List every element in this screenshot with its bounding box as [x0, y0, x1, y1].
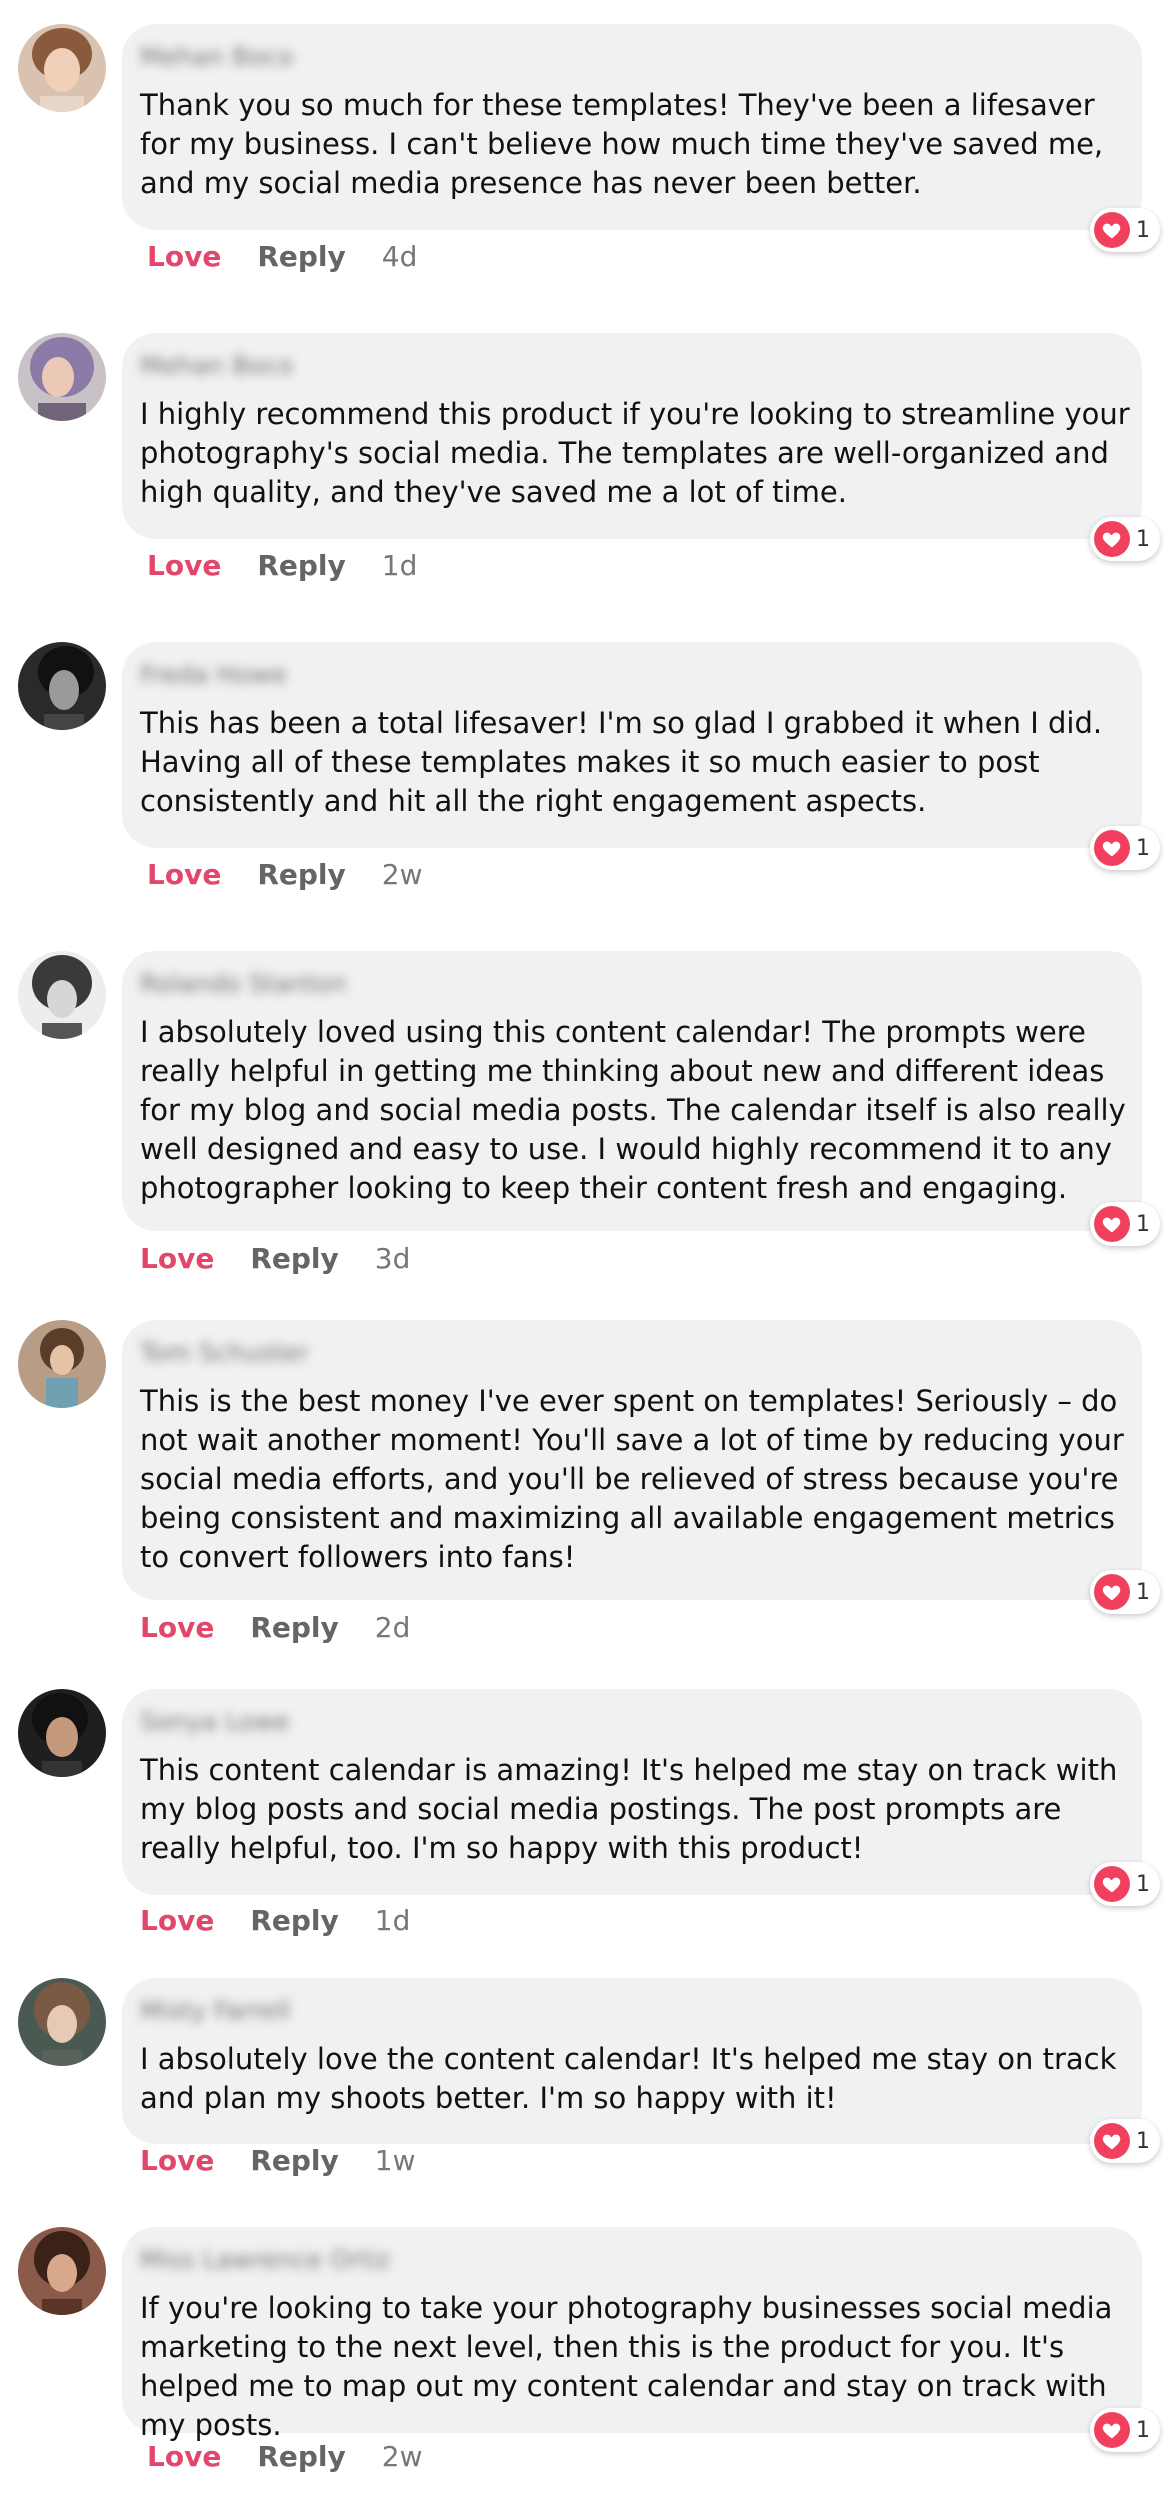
reaction-badge[interactable]: 1 [1090, 517, 1160, 561]
reaction-badge[interactable]: 1 [1090, 826, 1160, 870]
reply-button[interactable]: Reply [250, 2144, 338, 2177]
reply-button[interactable]: Reply [257, 240, 345, 273]
avatar[interactable] [18, 333, 106, 421]
comment-text: I absolutely loved using this content ca… [140, 1015, 1126, 1205]
reaction-count: 1 [1136, 217, 1150, 243]
timestamp[interactable]: 1d [375, 1904, 411, 1937]
reaction-badge[interactable]: 1 [1090, 1570, 1160, 1614]
author-name[interactable]: Rolando Stanton [140, 969, 347, 998]
love-button[interactable]: Love [147, 2440, 221, 2473]
love-button[interactable]: Love [140, 1611, 214, 1644]
heart-icon [1094, 2123, 1130, 2159]
heart-icon [1094, 1574, 1130, 1610]
comment-text: If you're looking to take your photograp… [140, 2291, 1113, 2442]
timestamp[interactable]: 1d [382, 549, 418, 582]
reaction-badge[interactable]: 1 [1090, 2408, 1160, 2452]
author-name[interactable]: Sonya Lowe [140, 1707, 290, 1736]
heart-icon [1094, 830, 1130, 866]
love-button[interactable]: Love [147, 858, 221, 891]
avatar[interactable] [18, 951, 106, 1039]
heart-icon [1094, 521, 1130, 557]
timestamp[interactable]: 1w [375, 2144, 416, 2177]
reaction-count: 1 [1136, 1871, 1150, 1897]
reaction-count: 1 [1136, 2417, 1150, 2443]
comment-bubble: Rolando Stanton I absolutely loved using… [122, 951, 1142, 1231]
comment-text: I highly recommend this product if you'r… [140, 397, 1130, 509]
comment-bubble: Mehan Boco Thank you so much for these t… [122, 24, 1142, 230]
reaction-badge[interactable]: 1 [1090, 2119, 1160, 2163]
reply-button[interactable]: Reply [257, 549, 345, 582]
reaction-count: 1 [1136, 2128, 1150, 2154]
timestamp[interactable]: 2d [375, 1611, 411, 1644]
comment-actions: Love Reply 1w [140, 2144, 416, 2177]
reply-button[interactable]: Reply [250, 1242, 338, 1275]
reply-button[interactable]: Reply [250, 1904, 338, 1937]
comment-actions: Love Reply 2d [140, 1611, 410, 1644]
comment-bubble: Tom Schuster This is the best money I've… [122, 1320, 1142, 1600]
comment-bubble: Mehan Boco I highly recommend this produ… [122, 333, 1142, 539]
love-button[interactable]: Love [147, 240, 221, 273]
reaction-count: 1 [1136, 1211, 1150, 1237]
comment-text: This is the best money I've ever spent o… [140, 1384, 1124, 1574]
timestamp[interactable]: 4d [382, 240, 418, 273]
heart-icon [1094, 2412, 1130, 2448]
author-name[interactable]: Tom Schuster [140, 1338, 308, 1367]
avatar[interactable] [18, 2227, 106, 2315]
author-name[interactable]: Misty Farrell [140, 1996, 290, 2025]
avatar[interactable] [18, 642, 106, 730]
avatar[interactable] [18, 1689, 106, 1777]
comment-text: This content calendar is amazing! It's h… [140, 1753, 1118, 1865]
reaction-badge[interactable]: 1 [1090, 1862, 1160, 1906]
comment-text: Thank you so much for these templates! T… [140, 88, 1104, 200]
comment-bubble: Sonya Lowe This content calendar is amaz… [122, 1689, 1142, 1895]
heart-icon [1094, 1206, 1130, 1242]
author-name[interactable]: Mehan Boco [140, 42, 293, 71]
comment-text: I absolutely love the content calendar! … [140, 2042, 1117, 2115]
heart-icon [1094, 212, 1130, 248]
love-button[interactable]: Love [140, 1904, 214, 1937]
comment-actions: Love Reply 2w [147, 2440, 423, 2473]
avatar[interactable] [18, 1978, 106, 2066]
reply-button[interactable]: Reply [257, 2440, 345, 2473]
avatar[interactable] [18, 1320, 106, 1408]
comment-bubble: Freda Howe This has been a total lifesav… [122, 642, 1142, 848]
heart-icon [1094, 1866, 1130, 1902]
reaction-count: 1 [1136, 1579, 1150, 1605]
comment-bubble: Misty Farrell I absolutely love the cont… [122, 1978, 1142, 2144]
avatar[interactable] [18, 24, 106, 112]
love-button[interactable]: Love [140, 1242, 214, 1275]
reaction-count: 1 [1136, 835, 1150, 861]
love-button[interactable]: Love [140, 2144, 214, 2177]
author-name[interactable]: Miss Lawrence Ortiz [140, 2245, 390, 2274]
reaction-count: 1 [1136, 526, 1150, 552]
love-button[interactable]: Love [147, 549, 221, 582]
comment-text: This has been a total lifesaver! I'm so … [140, 706, 1103, 818]
comment-actions: Love Reply 1d [147, 549, 417, 582]
timestamp[interactable]: 2w [382, 858, 423, 891]
reaction-badge[interactable]: 1 [1090, 1202, 1160, 1246]
reply-button[interactable]: Reply [257, 858, 345, 891]
comment-actions: Love Reply 3d [140, 1242, 410, 1275]
comment-bubble: Miss Lawrence Ortiz If you're looking to… [122, 2227, 1142, 2442]
comment-actions: Love Reply 4d [147, 240, 417, 273]
timestamp[interactable]: 3d [375, 1242, 411, 1275]
author-name[interactable]: Freda Howe [140, 660, 287, 689]
reply-button[interactable]: Reply [250, 1611, 338, 1644]
comment-actions: Love Reply 1d [140, 1904, 410, 1937]
timestamp[interactable]: 2w [382, 2440, 423, 2473]
author-name[interactable]: Mehan Boco [140, 351, 293, 380]
reaction-badge[interactable]: 1 [1090, 208, 1160, 252]
comment-actions: Love Reply 2w [147, 858, 423, 891]
